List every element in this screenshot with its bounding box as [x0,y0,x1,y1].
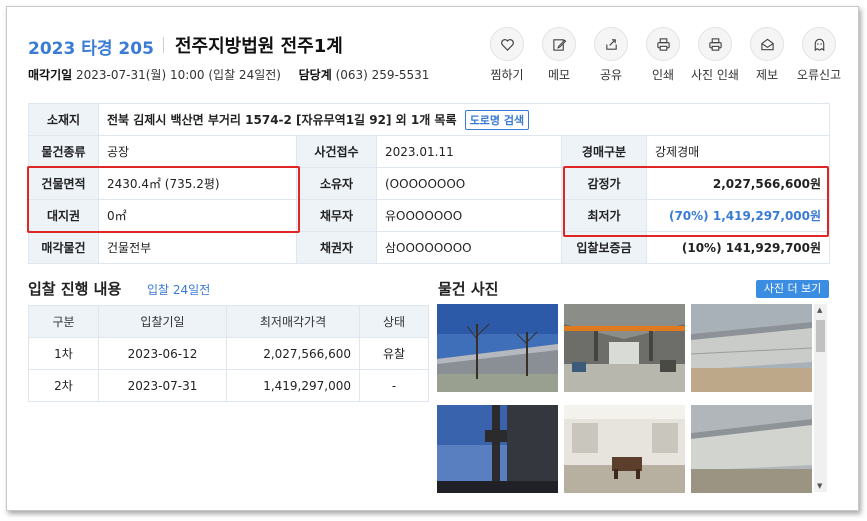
property-photo[interactable] [437,405,558,493]
photo-print-label: 사진 인쇄 [691,68,739,82]
property-photo[interactable] [564,405,685,493]
land-right-label: 대지권 [28,199,99,232]
min-price-label: 최저가 [561,199,647,232]
progress-subtitle: 입찰 24일전 [147,283,211,297]
table-row: 1차 2023-06-12 2,027,566,600 유찰 [28,337,429,370]
type-value: 공장 [98,135,297,168]
sale-info-line: 매각기일 2023-07-31(월) 10:00 (입찰 24일전) 담당계 (… [28,66,429,83]
memo-button[interactable]: 메모 [533,27,585,87]
deposit-label: 입찰보증금 [561,231,647,264]
share-label: 공유 [599,68,623,82]
creditor-label: 채권자 [296,231,377,264]
property-photo[interactable] [691,405,812,493]
date-cell: 2023-06-12 [98,337,227,370]
title-divider [163,37,164,53]
location-value: 전북 김제시 백산면 부거리 1574-2 [자유무역1길 92] 외 1개 목… [107,112,457,127]
error-report-button[interactable]: 오류신고 [793,27,845,87]
court-name: 전주지방법원 전주1계 [175,36,343,57]
photos-title: 물건 사진 [438,280,499,298]
edit-icon [542,27,576,61]
appraisal-value: 2,027,566,600원 [645,167,831,200]
share-icon [594,27,628,61]
status-cell: - [359,369,429,402]
min-price-cell: 1,419,297,000 [226,369,360,402]
col-header-date: 입찰기일 [98,305,227,338]
sale-date-value: 2023-07-31(월) 10:00 (입찰 24일전) [76,68,281,82]
case-number: 2023 타경 205 [28,39,154,59]
land-right-value: 0㎡ [98,199,297,232]
ghost-icon [802,27,836,61]
table-header-row: 구분 입찰기일 최저매각가격 상태 [28,305,429,338]
property-photo[interactable] [691,304,812,392]
col-header-min-price: 최저매각가격 [226,305,360,338]
type-label: 물건종류 [28,135,99,168]
table-row: 대지권 0㎡ 채무자 유OOOOOOO 최저가 (70%) 1,419,297,… [28,199,831,232]
print-icon [646,27,680,61]
owner-value: (OOOOOOOO [376,167,562,200]
bidding-progress-table: 구분 입찰기일 최저매각가격 상태 1차 2023-06-12 2,027,56… [28,305,429,402]
action-toolbar: 찜하기 메모 공유 인쇄 사진 인쇄 제보 오류신고 [481,27,845,87]
owner-label: 소유자 [296,167,377,200]
debtor-label: 채무자 [296,199,377,232]
road-name-search-button[interactable]: 도로명 검색 [464,109,530,130]
mail-icon [750,27,784,61]
table-row: 소재지 전북 김제시 백산면 부거리 1574-2 [자유무역1길 92] 외 … [28,103,831,136]
more-photos-button[interactable]: 사진 더 보기 [756,280,829,298]
auction-kind-label: 경매구분 [561,135,647,168]
manager-phone: (063) 259-5531 [335,68,430,82]
scrollbar-thumb[interactable] [816,320,825,352]
building-area-value: 2430.4㎡ (735.2평) [98,167,297,200]
share-button[interactable]: 공유 [585,27,637,87]
received-label: 사건접수 [296,135,377,168]
table-row: 건물면적 2430.4㎡ (735.2평) 소유자 (OOOOOOOO 감정가 … [28,167,831,200]
table-row: 매각물건 건물전부 채권자 삼OOOOOOOO 입찰보증금 (10%) 141,… [28,231,831,264]
min-price-cell: 2,027,566,600 [226,337,360,370]
property-photo[interactable] [564,304,685,392]
round-cell: 1차 [28,337,99,370]
sale-date-label: 매각기일 [28,68,73,82]
table-row: 물건종류 공장 사건접수 2023.01.11 경매구분 강제경매 [28,135,831,168]
col-header-status: 상태 [359,305,429,338]
photo-print-button[interactable]: 사진 인쇄 [689,27,741,87]
location-label: 소재지 [28,103,99,136]
table-row: 2차 2023-07-31 1,419,297,000 - [28,369,429,402]
error-report-label: 오류신고 [796,68,842,82]
col-header-round: 구분 [28,305,99,338]
appraisal-label: 감정가 [561,167,647,200]
deposit-value: (10%) 141,929,700원 [645,231,831,264]
progress-title: 입찰 진행 내용 [28,280,122,298]
sale-item-label: 매각물건 [28,231,99,264]
manager-label: 담당계 [298,68,332,82]
sale-item-value: 건물전부 [98,231,297,264]
status-cell: 유찰 [359,337,429,370]
favorite-label: 찜하기 [490,68,524,82]
property-info-table: 소재지 전북 김제시 백산면 부거리 1574-2 [자유무역1길 92] 외 … [28,103,831,264]
photo-scrollbar[interactable]: ▲ ▼ [814,304,827,492]
location-cell: 전북 김제시 백산면 부거리 1574-2 [자유무역1길 92] 외 1개 목… [97,103,831,136]
min-price-value: (70%) 1,419,297,000원 [645,199,831,232]
heart-icon [490,27,524,61]
print-icon [698,27,732,61]
debtor-value: 유OOOOOOO [376,199,562,232]
creditor-value: 삼OOOOOOOO [376,231,562,264]
date-cell: 2023-07-31 [98,369,227,402]
received-value: 2023.01.11 [376,135,562,168]
print-button[interactable]: 인쇄 [637,27,689,87]
auction-detail-panel: 2023 타경 205 전주지방법원 전주1계 매각기일 2023-07-31(… [6,6,859,511]
scroll-down-icon[interactable]: ▼ [817,482,822,490]
building-area-label: 건물면적 [28,167,99,200]
report-label: 제보 [755,68,779,82]
property-photo[interactable] [437,304,558,392]
round-cell: 2차 [28,369,99,402]
report-button[interactable]: 제보 [741,27,793,87]
print-label: 인쇄 [651,68,675,82]
favorite-button[interactable]: 찜하기 [481,27,533,87]
scroll-up-icon[interactable]: ▲ [817,306,822,314]
auction-kind-value: 강제경매 [645,135,831,168]
memo-label: 메모 [547,68,571,82]
